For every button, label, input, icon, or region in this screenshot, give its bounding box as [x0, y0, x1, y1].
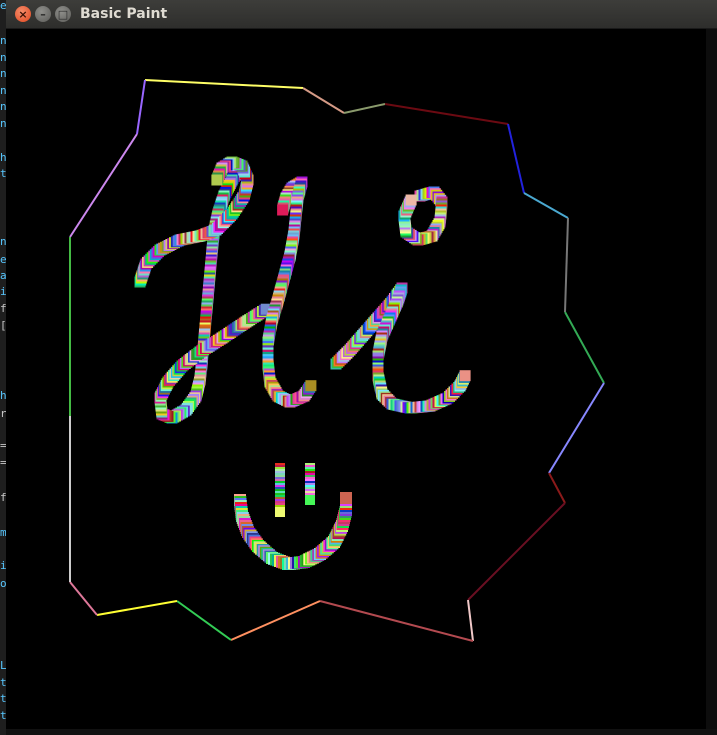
- brush-dab-h-right: [305, 380, 317, 392]
- close-icon: ×: [18, 7, 28, 21]
- outline-segment: [144, 79, 304, 89]
- paint-window: × – □ Basic Paint: [6, 0, 717, 735]
- drawing-canvas[interactable]: [6, 29, 706, 729]
- outline-segment: [302, 87, 345, 114]
- maximize-icon: □: [57, 7, 69, 21]
- window-title: Basic Paint: [80, 6, 168, 22]
- outline-segment: [69, 581, 98, 616]
- minimize-button[interactable]: –: [35, 6, 51, 22]
- outline-segment: [523, 192, 569, 219]
- brush-dab-i-stem: [459, 370, 471, 382]
- outline-segment: [343, 103, 386, 114]
- close-button[interactable]: ×: [15, 6, 31, 22]
- outline-segment: [230, 600, 321, 641]
- outline-segment: [96, 600, 178, 616]
- brush-dab-i-dot: [405, 194, 417, 206]
- outline-segment: [136, 79, 146, 135]
- outline-segment: [176, 600, 232, 641]
- outline-segment: [548, 472, 566, 504]
- brush-dab-mouth: [340, 492, 352, 504]
- outline-segment: [564, 311, 605, 384]
- outline-segment: [548, 382, 605, 474]
- minimize-icon: –: [40, 7, 46, 21]
- brush-dab-eye-right: [305, 495, 315, 505]
- title-bar[interactable]: × – □ Basic Paint: [6, 0, 717, 29]
- brush-dab-h-loop: [277, 204, 289, 216]
- outline-segment: [467, 502, 566, 601]
- canvas-drawing: [69, 79, 605, 642]
- brush-strokes: [134, 156, 471, 570]
- window-edge: [706, 29, 717, 729]
- outline-segment: [69, 133, 138, 238]
- outline-segment: [384, 103, 509, 125]
- brush-dab-h-top: [211, 174, 223, 186]
- outline-segment: [319, 600, 474, 642]
- maximize-button[interactable]: □: [55, 6, 71, 22]
- brush-dab-eye-left: [275, 507, 285, 517]
- outline-segment: [467, 599, 474, 642]
- window-bottom-edge: [6, 729, 717, 735]
- outline-segment: [564, 217, 569, 313]
- outline-segment: [507, 123, 525, 194]
